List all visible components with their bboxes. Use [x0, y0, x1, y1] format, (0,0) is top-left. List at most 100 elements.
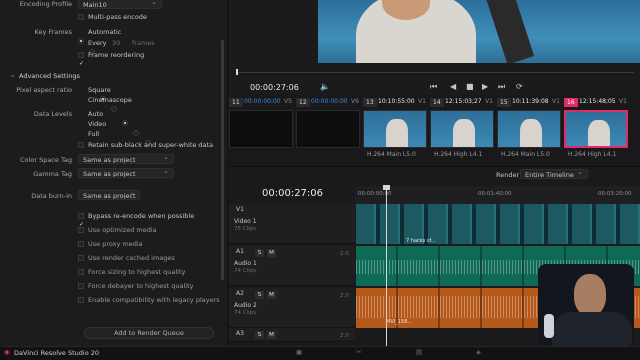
fusion-page-icon[interactable]: ◈	[476, 348, 481, 356]
cut-page-icon[interactable]: ✂	[356, 348, 361, 356]
timeline-playhead[interactable]	[386, 186, 387, 346]
clip-number-badge: 14	[430, 98, 444, 107]
color-space-tag-label: Color Space Tag	[20, 156, 72, 164]
advanced-settings-chevron-icon[interactable]: ⌄	[10, 71, 15, 79]
track-id: A1	[236, 248, 244, 255]
render-range-label: Render	[496, 171, 520, 179]
settings-scrollbar[interactable]	[221, 40, 224, 280]
clip-thumbnail[interactable]	[229, 110, 293, 148]
playhead-handle[interactable]	[383, 185, 390, 190]
track-id: A2	[236, 290, 244, 297]
render-option-checkbox[interactable]	[78, 213, 84, 219]
add-to-render-queue-button[interactable]: Add to Render Queue	[84, 327, 214, 339]
render-option-checkbox[interactable]	[78, 227, 84, 233]
play-reverse-icon[interactable]: ◀	[450, 82, 456, 91]
track-id: V1	[236, 206, 244, 213]
clip-track: V5	[284, 98, 292, 105]
webcam-body	[552, 312, 632, 346]
encoding-profile-label: Encoding Profile	[19, 0, 72, 8]
clip-thumbnail[interactable]	[430, 110, 494, 148]
clip-codec: H.264 Main L5.0	[367, 151, 416, 158]
clip-timecode: 00:00:00:00	[311, 98, 348, 105]
media-page-icon[interactable]: ▣	[296, 348, 302, 356]
timeline-timecode: 00:00:27:06	[262, 188, 324, 199]
track-clip-count: 75 Clips	[234, 226, 256, 232]
mute-button[interactable]: M	[267, 331, 276, 339]
clip-thumbnail[interactable]	[497, 110, 561, 148]
mute-button[interactable]: M	[267, 291, 276, 299]
solo-button[interactable]: S	[255, 331, 264, 339]
key-frames-every-input[interactable]: 30	[112, 39, 120, 47]
loop-icon[interactable]: ⟳	[516, 82, 523, 91]
gamma-tag-label: Gamma Tag	[33, 170, 72, 178]
edit-page-icon[interactable]: ▤	[416, 348, 422, 356]
clip-thumbnail[interactable]	[296, 110, 360, 148]
video-track-1-clips[interactable]	[356, 204, 640, 244]
track-name: Video 1	[234, 218, 257, 225]
webcam-head	[574, 274, 606, 316]
render-option-label: Use optimized media	[88, 226, 157, 234]
frame-reordering-checkbox[interactable]	[78, 52, 84, 58]
track-name: Audio 2	[234, 302, 257, 309]
render-option-label: Use proxy media	[88, 240, 143, 248]
data-levels-full-label: Full	[88, 130, 100, 138]
gamma-tag-dropdown[interactable]: Same as project	[78, 168, 174, 178]
track-level: 2.0	[340, 333, 349, 339]
render-option-label: Force sizing to highest quality	[88, 268, 186, 276]
data-burn-in-dropdown[interactable]: Same as project	[78, 190, 140, 200]
clip-timecode: 12:15:48;05	[579, 98, 616, 105]
render-option-checkbox[interactable]	[78, 297, 84, 303]
render-option-checkbox[interactable]	[78, 269, 84, 275]
clip-timecode: 10:10:55:00	[378, 98, 415, 105]
data-levels-label: Data Levels	[33, 110, 72, 118]
key-frames-automatic-radio[interactable]	[78, 38, 84, 44]
render-option-checkbox[interactable]	[78, 255, 84, 261]
render-option-label: Bypass re-encode when possible	[88, 212, 195, 220]
clip-number-badge: 16	[564, 98, 578, 107]
ruler-tick-2: 00:03:20:00	[598, 191, 632, 197]
clip-thumbnail-person	[588, 120, 610, 146]
data-levels-video-label: Video	[88, 120, 107, 128]
advanced-settings-header[interactable]: Advanced Settings	[19, 72, 80, 80]
render-option-checkbox[interactable]	[78, 241, 84, 247]
solo-button[interactable]: S	[255, 249, 264, 257]
multipass-checkbox[interactable]	[78, 14, 84, 20]
track-id: A3	[236, 330, 244, 337]
viewer-playhead[interactable]	[236, 69, 238, 75]
audio-track-1-clip-caption: 7 hacks sf...	[406, 238, 436, 244]
track-header-a3[interactable]	[229, 328, 355, 342]
key-frames-automatic-label: Automatic	[88, 28, 122, 36]
stop-icon[interactable]: ■	[466, 82, 474, 91]
solo-button[interactable]: S	[255, 291, 264, 299]
clip-codec: H.264 Main L5.0	[501, 151, 550, 158]
clip-codec: H.264 High L4.1	[434, 151, 483, 158]
play-icon[interactable]: ▶	[482, 82, 488, 91]
volume-icon[interactable]: 🔈	[320, 82, 330, 91]
track-name: Audio 1	[234, 260, 257, 267]
render-range-dropdown[interactable]: Entire Timeline	[520, 169, 588, 179]
clip-number-badge: 15	[497, 98, 511, 107]
clip-track: V1	[485, 98, 493, 105]
render-option-checkbox[interactable]	[78, 283, 84, 289]
skip-forward-icon[interactable]: ⏭	[498, 82, 505, 92]
clip-thumbnail[interactable]	[363, 110, 427, 148]
mute-button[interactable]: M	[267, 249, 276, 257]
clip-thumbnail[interactable]	[564, 110, 628, 148]
clip-track: V6	[351, 98, 359, 105]
skip-back-icon[interactable]: ⏮	[430, 82, 437, 92]
clip-track: V1	[619, 98, 627, 105]
frame-reordering-label: Frame reordering	[88, 51, 145, 59]
pixel-aspect-cinemascope-label: Cinemascope	[88, 96, 132, 104]
track-level: 2.0	[340, 251, 349, 257]
retain-sub-black-checkbox[interactable]	[78, 142, 84, 148]
clip-track: V1	[418, 98, 426, 105]
clip-number-badge: 11	[229, 98, 243, 107]
encoding-profile-dropdown[interactable]: Main10	[78, 0, 162, 9]
clip-number-badge: 13	[363, 98, 377, 107]
key-frames-label: Key Frames	[34, 28, 73, 36]
clip-track: V1	[552, 98, 560, 105]
viewer-video-frame[interactable]	[318, 0, 640, 63]
viewer-scrubber[interactable]	[236, 72, 634, 73]
app-name: DaVinci Resolve Studio 20	[14, 349, 100, 357]
color-space-tag-dropdown[interactable]: Same as project	[78, 154, 174, 164]
